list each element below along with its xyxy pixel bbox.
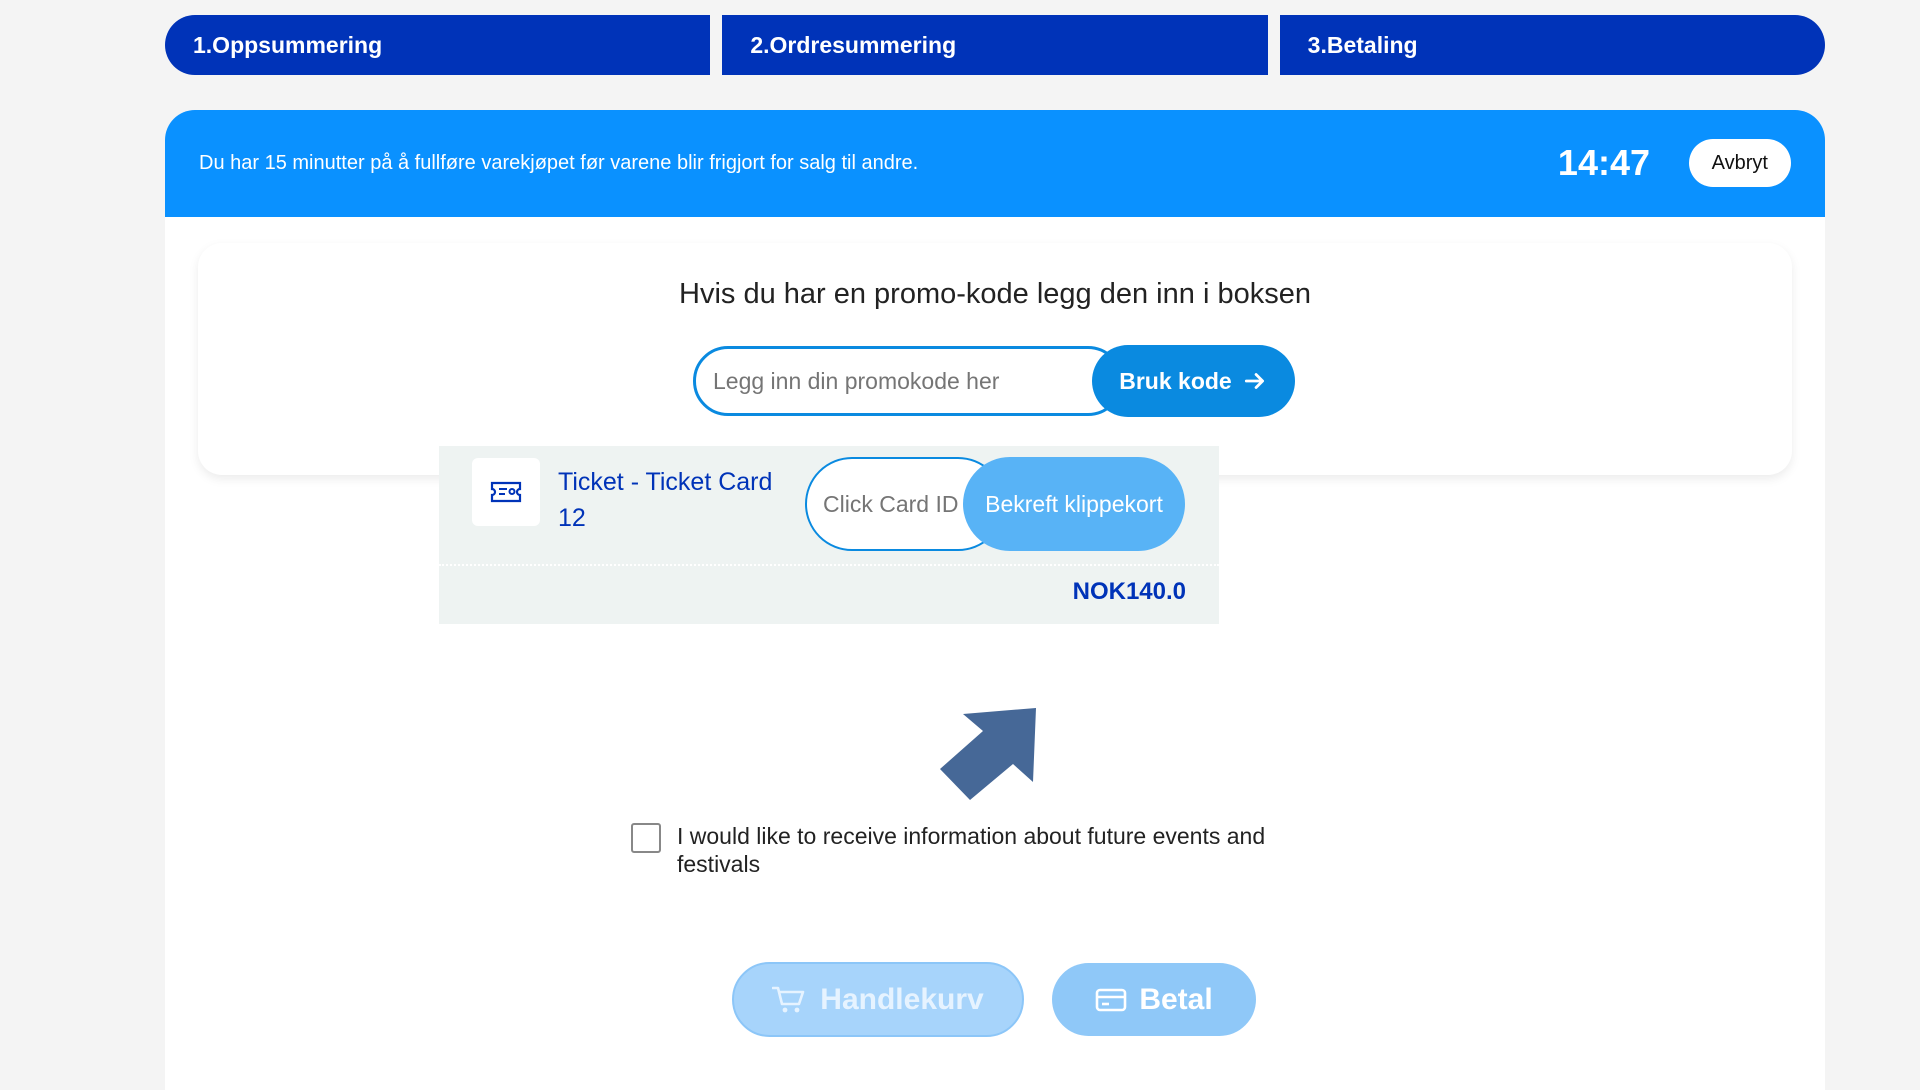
ticket-price: NOK140.0	[1072, 578, 1186, 605]
ticket-name: Ticket - Ticket Card 12	[558, 468, 773, 532]
ticket-icon	[472, 458, 540, 526]
step-summary[interactable]: 1.Oppsummering	[165, 15, 711, 75]
countdown-timer: 14:47	[1557, 142, 1650, 183]
pay-button[interactable]: Betal	[1052, 963, 1256, 1036]
cancel-button[interactable]: Avbryt	[1688, 139, 1791, 187]
apply-promo-label: Bruk kode	[1119, 367, 1232, 394]
promo-card: Hvis du har en promo-kode legg den inn i…	[198, 243, 1792, 475]
pointer-arrow-icon	[940, 708, 1036, 800]
apply-promo-button[interactable]: Bruk kode	[1092, 345, 1295, 417]
reservation-banner: Du har 15 minutter på å fullføre varekjø…	[165, 110, 1825, 217]
cart-icon	[772, 986, 805, 1012]
promo-title: Hvis du har en promo-kode legg den inn i…	[679, 278, 1311, 310]
newsletter-label: I would like to receive information abou…	[677, 823, 1266, 877]
arrow-right-icon	[1244, 373, 1264, 389]
checkout-steps: 1.Oppsummering 2.Ordresummering 3.Betali…	[165, 15, 1825, 75]
divider	[439, 564, 1219, 566]
cart-button[interactable]: Handlekurv	[732, 962, 1024, 1037]
reservation-message: Du har 15 minutter på å fullføre varekjø…	[199, 152, 919, 174]
ticket-line-item: Ticket - Ticket Card 12 Bekreft klippeko…	[439, 446, 1219, 624]
credit-card-icon	[1096, 988, 1127, 1011]
confirm-clip-card-button[interactable]: Bekreft klippekort	[963, 457, 1185, 551]
cart-button-label: Handlekurv	[820, 982, 984, 1016]
pay-button-label: Betal	[1139, 982, 1213, 1016]
step-order-summary[interactable]: 2.Ordresummering	[722, 15, 1268, 75]
promo-code-input[interactable]	[693, 346, 1123, 416]
newsletter-checkbox[interactable]	[631, 823, 661, 853]
step-payment[interactable]: 3.Betaling	[1279, 15, 1825, 75]
